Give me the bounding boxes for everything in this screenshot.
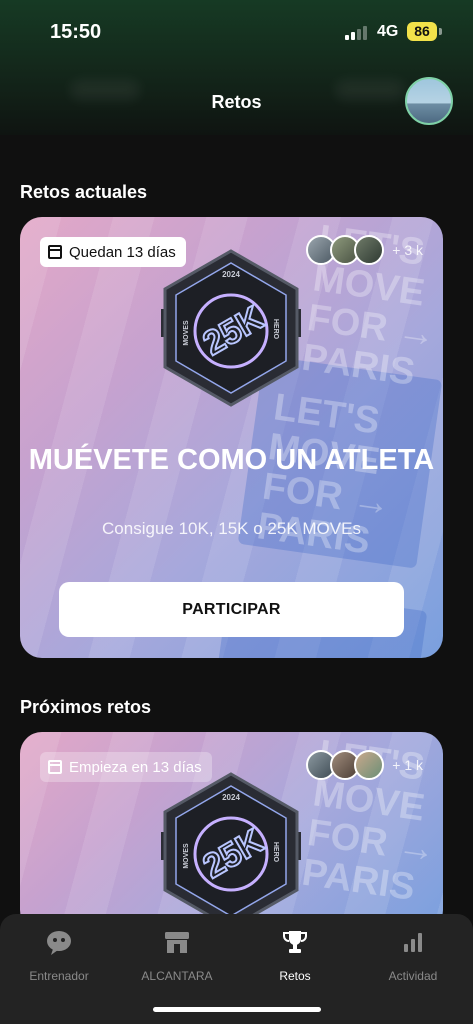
- badge-right-text: HERO: [272, 319, 279, 340]
- status-time: 15:50: [50, 21, 102, 43]
- trophy-icon: [283, 931, 307, 953]
- store-icon: [165, 932, 189, 953]
- challenge-subtitle: Consigue 10K, 15K o 25K MOVEs: [102, 519, 361, 538]
- status-bar: 15:50 4G 86: [0, 18, 473, 48]
- tab-label: Entrenador: [29, 969, 89, 983]
- join-challenge-button[interactable]: PARTICIPAR: [59, 582, 404, 637]
- calendar-icon: [48, 760, 62, 774]
- challenge-card-current[interactable]: LET'S MOVE FOR → PARIS LET'S MOVE FOR → …: [20, 217, 443, 658]
- challenge-badge: 2024 25K MOVES HERO: [161, 772, 301, 930]
- participants-group[interactable]: + 3 k: [306, 235, 423, 265]
- tab-label: Retos: [279, 969, 311, 983]
- badge-year: 2024: [222, 270, 240, 279]
- participants-count: + 1 k: [392, 757, 423, 773]
- calendar-icon: [48, 245, 62, 259]
- days-remaining-label: Quedan 13 días: [69, 243, 176, 261]
- tab-alcantara[interactable]: ALCANTARA: [118, 928, 236, 983]
- tab-label: Actividad: [388, 969, 438, 983]
- section-title-current: Retos actuales: [20, 182, 148, 202]
- profile-avatar[interactable]: [405, 77, 453, 125]
- challenge-title: MUÉVETE COMO UN ATLETA: [28, 444, 435, 476]
- section-title-upcoming: Próximos retos: [20, 697, 152, 717]
- participants-count: + 3 k: [392, 242, 423, 258]
- challenge-badge: 2024 25K MOVES HERO: [161, 249, 301, 407]
- signal-icon: [345, 26, 371, 40]
- battery-tip: [439, 28, 442, 35]
- participant-avatar: [354, 235, 385, 265]
- network-type: 4G: [377, 23, 399, 40]
- participant-avatar: [354, 750, 385, 780]
- home-indicator: [153, 1007, 321, 1012]
- challenge-card-upcoming[interactable]: LET'S MOVE FOR → PARIS Empieza en 13 día…: [20, 732, 443, 932]
- top-header: 15:50 4G 86 Retos: [0, 0, 473, 135]
- battery-icon: 86: [407, 22, 437, 41]
- coach-chat-icon: [47, 931, 71, 955]
- bar-chart-icon: [404, 933, 422, 952]
- tab-retos[interactable]: Retos: [236, 928, 354, 983]
- page-title: Retos: [211, 92, 262, 112]
- participants-group[interactable]: + 1 k: [306, 750, 423, 780]
- tab-actividad[interactable]: Actividad: [354, 928, 472, 983]
- badge-left-text: MOVES: [183, 843, 190, 869]
- tab-label: ALCANTARA: [141, 969, 213, 983]
- badge-year: 2024: [222, 793, 240, 802]
- tab-entrenador[interactable]: Entrenador: [0, 928, 118, 983]
- badge-left-text: MOVES: [183, 320, 190, 346]
- badge-right-text: HERO: [272, 842, 279, 863]
